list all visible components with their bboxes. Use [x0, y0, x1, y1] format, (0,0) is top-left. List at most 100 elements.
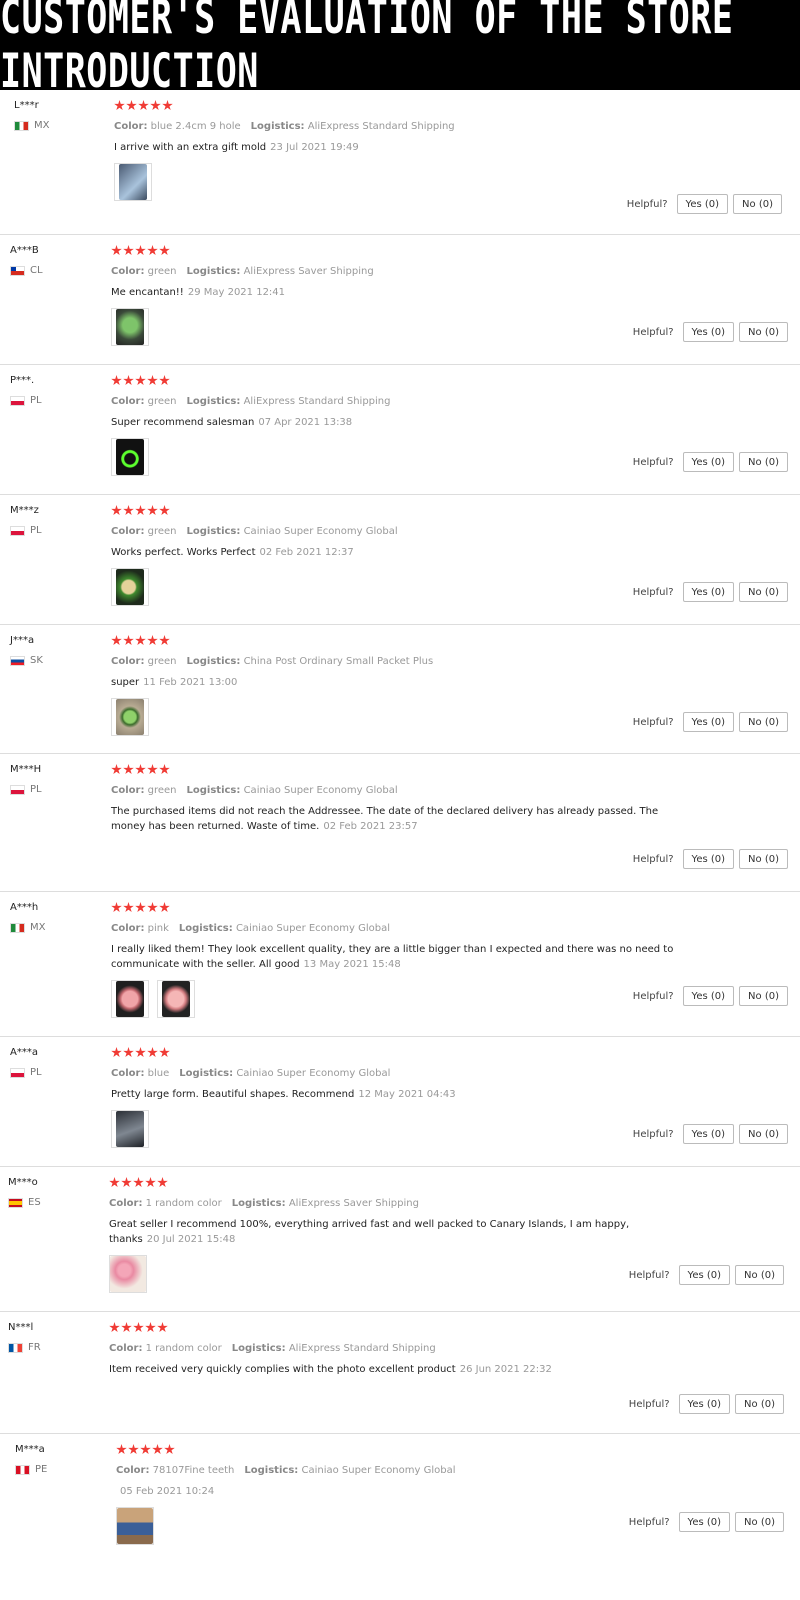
- helpful-no-button[interactable]: No (0): [735, 1512, 784, 1532]
- logistics-label: Logistics:: [244, 1465, 299, 1476]
- review-date: 05 Feb 2021 10:24: [120, 1486, 215, 1497]
- star-rating: [111, 505, 711, 519]
- helpful-yes-button[interactable]: Yes (0): [682, 452, 735, 472]
- color-value: green: [147, 785, 177, 796]
- helpful-yes-button[interactable]: Yes (0): [678, 1394, 731, 1414]
- review-item: P***. PL Color: green Logistics: AliExpre…: [0, 365, 800, 495]
- star-icon: [159, 245, 170, 256]
- reviewer-name: P***.: [10, 375, 35, 386]
- color-value: 78107Fine teeth: [152, 1465, 235, 1476]
- star-icon: [159, 505, 170, 516]
- review-photo[interactable]: [111, 1110, 149, 1148]
- color-label: Color:: [111, 656, 145, 667]
- helpful-no-button[interactable]: No (0): [739, 452, 788, 472]
- color-label: Color:: [109, 1343, 143, 1354]
- helpful-yes-button[interactable]: Yes (0): [678, 1512, 731, 1532]
- review-text: Item received very quickly complies with…: [109, 1364, 456, 1375]
- review-item: A***B CL Color: green Logistics: AliExpre…: [0, 235, 800, 365]
- reviewer-name: M***a: [15, 1444, 45, 1455]
- star-icon: [128, 1444, 139, 1455]
- star-icon: [111, 1047, 122, 1058]
- star-icon: [123, 764, 134, 775]
- star-icon: [121, 1177, 132, 1188]
- helpful-label: Helpful?: [632, 990, 674, 1002]
- helpful-yes-button[interactable]: Yes (0): [678, 1265, 731, 1285]
- review-photo[interactable]: [111, 308, 149, 346]
- helpful-yes-button[interactable]: Yes (0): [682, 986, 735, 1006]
- star-icon: [126, 100, 137, 111]
- helpful-yes-button[interactable]: Yes (0): [682, 849, 735, 869]
- logistics-label: Logistics:: [186, 785, 241, 796]
- flag-pl-icon: [10, 1068, 25, 1078]
- helpful-yes-button[interactable]: Yes (0): [676, 194, 729, 214]
- star-rating: [114, 100, 714, 114]
- helpful-label: Helpful?: [628, 1398, 670, 1410]
- star-icon: [159, 902, 170, 913]
- flag-cl-icon: [10, 266, 25, 276]
- helpful-label: Helpful?: [632, 1128, 674, 1140]
- color-label: Color:: [111, 923, 145, 934]
- flag-sk-icon: [10, 656, 25, 666]
- star-icon: [157, 1177, 168, 1188]
- flag-fr-icon: [8, 1343, 23, 1353]
- logistics-value: Cainiao Super Economy Global: [301, 1465, 456, 1476]
- color-value: blue 2.4cm 9 hole: [150, 121, 241, 132]
- star-icon: [147, 635, 158, 646]
- review-photo[interactable]: [114, 163, 152, 201]
- star-icon: [138, 100, 149, 111]
- star-icon: [135, 764, 146, 775]
- logistics-value: Cainiao Super Economy Global: [243, 785, 398, 796]
- logistics-label: Logistics:: [186, 656, 241, 667]
- star-icon: [147, 245, 158, 256]
- helpful-no-button[interactable]: No (0): [733, 194, 782, 214]
- star-icon: [111, 245, 122, 256]
- review-photo[interactable]: [111, 698, 149, 736]
- helpful-no-button[interactable]: No (0): [739, 849, 788, 869]
- color-value: green: [147, 526, 177, 537]
- logistics-value: Cainiao Super Economy Global: [243, 526, 398, 537]
- helpful-yes-button[interactable]: Yes (0): [682, 1124, 735, 1144]
- reviewer-country: SK: [30, 655, 43, 666]
- reviewer-name: L***r: [14, 100, 39, 111]
- logistics-value: AliExpress Standard Shipping: [288, 1343, 436, 1354]
- review-item: N***l FR Color: 1 random color Logistics:…: [0, 1312, 800, 1434]
- reviewer-country: PE: [35, 1464, 48, 1475]
- helpful-no-button[interactable]: No (0): [739, 986, 788, 1006]
- helpful-no-button[interactable]: No (0): [739, 582, 788, 602]
- review-photo[interactable]: [157, 980, 195, 1018]
- reviewer-country: ES: [28, 1197, 41, 1208]
- helpful-no-button[interactable]: No (0): [739, 322, 788, 342]
- helpful-no-button[interactable]: No (0): [739, 1124, 788, 1144]
- review-photo[interactable]: [111, 568, 149, 606]
- helpful-label: Helpful?: [628, 1516, 670, 1528]
- star-rating: [111, 1047, 711, 1061]
- reviewer-name: M***H: [10, 764, 42, 775]
- star-icon: [147, 505, 158, 516]
- star-icon: [150, 100, 161, 111]
- helpful-no-button[interactable]: No (0): [739, 712, 788, 732]
- logistics-value: AliExpress Saver Shipping: [288, 1198, 419, 1209]
- color-label: Color:: [111, 266, 145, 277]
- helpful-no-button[interactable]: No (0): [735, 1265, 784, 1285]
- review-photo[interactable]: [109, 1255, 147, 1293]
- helpful-no-button[interactable]: No (0): [735, 1394, 784, 1414]
- helpful-yes-button[interactable]: Yes (0): [682, 322, 735, 342]
- star-icon: [114, 100, 125, 111]
- helpful-label: Helpful?: [628, 1269, 670, 1281]
- helpful-yes-button[interactable]: Yes (0): [682, 582, 735, 602]
- star-icon: [123, 375, 134, 386]
- helpful-yes-button[interactable]: Yes (0): [682, 712, 735, 732]
- color-label: Color:: [111, 396, 145, 407]
- logistics-value: AliExpress Saver Shipping: [243, 266, 374, 277]
- review-item: M***o ES Color: 1 random color Logistics:…: [0, 1167, 800, 1312]
- review-photo[interactable]: [116, 1507, 154, 1545]
- star-icon: [109, 1322, 120, 1333]
- color-value: 1 random color: [145, 1343, 222, 1354]
- star-rating: [111, 245, 711, 259]
- review-photo[interactable]: [111, 438, 149, 476]
- logistics-label: Logistics:: [186, 266, 241, 277]
- helpful-label: Helpful?: [626, 198, 668, 210]
- star-icon: [135, 635, 146, 646]
- review-photo[interactable]: [111, 980, 149, 1018]
- star-icon: [157, 1322, 168, 1333]
